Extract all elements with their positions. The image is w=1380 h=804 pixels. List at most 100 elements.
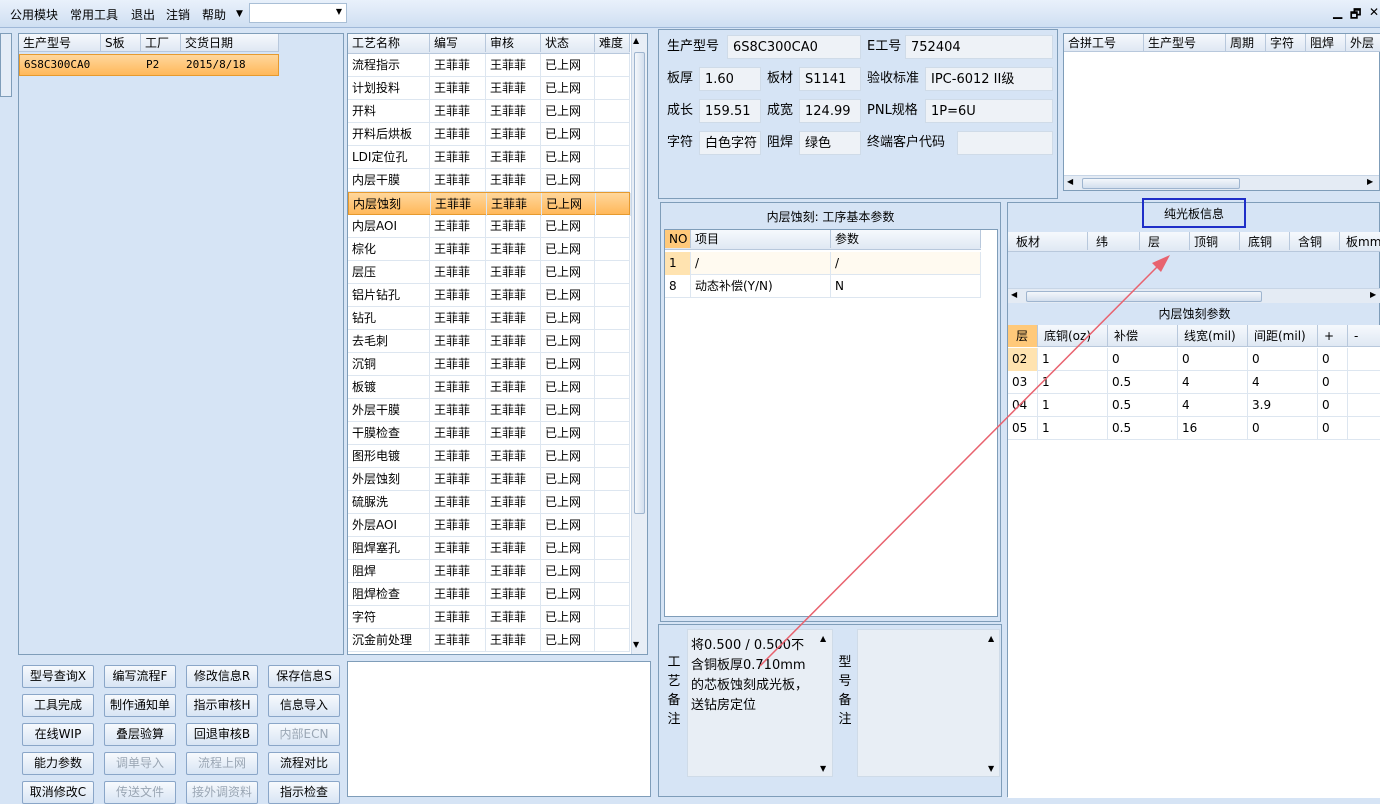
col-merge-model[interactable]: 生产型号 [1144, 34, 1226, 52]
table-row[interactable]: 棕化 王菲菲 王菲菲 已上网 [348, 238, 630, 261]
table-row[interactable]: 计划投料 王菲菲 王菲菲 已上网 [348, 77, 630, 100]
col-model[interactable]: 生产型号 [19, 34, 101, 52]
button-2-1[interactable]: 叠层验算 [104, 723, 176, 746]
col-outer[interactable]: 外层 [1346, 34, 1380, 52]
table-row[interactable]: 阻焊塞孔 王菲菲 王菲菲 已上网 [348, 537, 630, 560]
button-1-2[interactable]: 指示审核H [186, 694, 258, 717]
table-row[interactable]: 1// [665, 252, 981, 275]
field-pnl[interactable]: 1P=6U [925, 99, 1053, 123]
menu-overflow-icon[interactable]: ▼ [236, 9, 243, 19]
table-row[interactable]: 字符 王菲菲 王菲菲 已上网 [348, 606, 630, 629]
menu-tools[interactable]: 常用工具 [70, 6, 118, 23]
col-etch-layer[interactable]: 层 [1008, 325, 1038, 347]
table-row[interactable]: 开料 王菲菲 王菲菲 已上网 [348, 100, 630, 123]
restore-icon[interactable]: 🗗 [1350, 5, 1361, 26]
table-row[interactable]: 内层AOI 王菲菲 王菲菲 已上网 [348, 215, 630, 238]
col-base-copper[interactable]: 底铜(oz) [1038, 325, 1108, 347]
scroll-right-icon[interactable]: ▶ [1370, 290, 1376, 299]
col-merge-job[interactable]: 合拼工号 [1064, 34, 1144, 52]
button-4-0[interactable]: 取消修改C [22, 781, 94, 804]
table-row[interactable]: 阻焊检查 王菲菲 王菲菲 已上网 [348, 583, 630, 606]
field-length[interactable]: 159.51 [699, 99, 761, 123]
menu-exit[interactable]: 退出 [131, 6, 155, 23]
col-with-copper[interactable]: 含铜 [1290, 232, 1340, 250]
button-3-0[interactable]: 能力参数 [22, 752, 94, 775]
col-layer[interactable]: 层 [1140, 232, 1190, 250]
col-delivery-date[interactable]: 交货日期 [181, 34, 279, 52]
button-2-0[interactable]: 在线WIP [22, 723, 94, 746]
col-factory[interactable]: 工厂 [141, 34, 181, 52]
merge-hscroll[interactable]: ◀ ▶ [1064, 175, 1379, 190]
table-row[interactable]: 6S8C300CA0 P2 2015/8/18 [19, 54, 279, 76]
col-line-width[interactable]: 线宽(mil) [1178, 325, 1248, 347]
table-row[interactable]: 流程指示 王菲菲 王菲菲 已上网 [348, 54, 630, 77]
button-4-3[interactable]: 指示检查 [268, 781, 340, 804]
button-4-2[interactable]: 接外调资料 [186, 781, 258, 804]
scroll-up-icon[interactable]: ▲ [820, 634, 826, 643]
scroll-thumb[interactable] [634, 52, 645, 514]
table-row[interactable]: 8 动态补偿(Y/N) N [665, 275, 981, 298]
button-1-1[interactable]: 制作通知单 [104, 694, 176, 717]
col-spacing[interactable]: 间距(mil) [1248, 325, 1318, 347]
col-status[interactable]: 状态 [541, 34, 595, 52]
col-writer[interactable]: 编写 [430, 34, 486, 52]
col-board-material[interactable]: 板材 [1008, 232, 1088, 250]
table-row[interactable]: 层压 王菲菲 王菲菲 已上网 [348, 261, 630, 284]
table-row[interactable]: 沉铜 王菲菲 王菲菲 已上网 [348, 353, 630, 376]
col-cycle[interactable]: 周期 [1226, 34, 1266, 52]
button-0-0[interactable]: 型号查询X [22, 665, 94, 688]
table-row[interactable]: 板镀 王菲菲 王菲菲 已上网 [348, 376, 630, 399]
col-bottom-copper[interactable]: 底铜 [1240, 232, 1290, 250]
table-row[interactable]: 04 1 0.5 4 3.9 0 [1008, 394, 1380, 417]
table-row[interactable]: 外层蚀刻 王菲菲 王菲菲 已上网 [348, 468, 630, 491]
field-character[interactable]: 白色字符 [699, 131, 761, 155]
table-row[interactable]: 内层干膜 王菲菲 王菲菲 已上网 [348, 169, 630, 192]
table-row[interactable]: 02 1 0 0 0 0 [1008, 348, 1380, 371]
button-1-3[interactable]: 信息导入 [268, 694, 340, 717]
scroll-down-icon[interactable]: ▼ [988, 764, 994, 773]
scroll-left-icon[interactable]: ◀ [1011, 290, 1017, 299]
menu-logout[interactable]: 注销 [166, 6, 190, 23]
scroll-up-icon[interactable]: ▲ [988, 634, 994, 643]
col-top-copper[interactable]: 顶铜 [1190, 232, 1240, 250]
col-board-mm[interactable]: 板mm [1340, 232, 1380, 250]
col-plus[interactable]: + [1318, 325, 1348, 347]
button-3-1[interactable]: 调单导入 [104, 752, 176, 775]
scroll-left-icon[interactable]: ◀ [1067, 177, 1073, 186]
field-thickness[interactable]: 1.60 [699, 67, 761, 91]
button-2-3[interactable]: 内部ECN [268, 723, 340, 746]
col-difficulty[interactable]: 难度 [595, 34, 630, 52]
table-row[interactable]: 干膜检查 王菲菲 王菲菲 已上网 [348, 422, 630, 445]
button-0-3[interactable]: 保存信息S [268, 665, 340, 688]
col-param[interactable]: 参数 [831, 230, 981, 248]
field-material[interactable]: S1141 [799, 67, 861, 91]
col-process-name[interactable]: 工艺名称 [348, 34, 430, 52]
table-row[interactable]: 图形电镀 王菲菲 王菲菲 已上网 [348, 445, 630, 468]
field-ejob[interactable]: 752404 [905, 35, 1053, 59]
scroll-thumb[interactable] [1082, 178, 1240, 189]
button-4-1[interactable]: 传送文件 [104, 781, 176, 804]
scroll-right-icon[interactable]: ▶ [1367, 177, 1373, 186]
table-row[interactable]: 开料后烘板 王菲菲 王菲菲 已上网 [348, 123, 630, 146]
table-row[interactable]: 外层AOI 王菲菲 王菲菲 已上网 [348, 514, 630, 537]
table-row[interactable]: 沉金前处理 王菲菲 王菲菲 已上网 [348, 629, 630, 652]
table-row[interactable]: 外层干膜 王菲菲 王菲菲 已上网 [348, 399, 630, 422]
field-soldermask[interactable]: 绿色 [799, 131, 861, 155]
scroll-down-icon[interactable]: ▼ [633, 640, 639, 649]
table-row[interactable]: 阻焊 王菲菲 王菲菲 已上网 [348, 560, 630, 583]
model-remark-textarea[interactable]: ▲ ▼ [857, 629, 1000, 777]
table-row[interactable]: 去毛刺 王菲菲 王菲菲 已上网 [348, 330, 630, 353]
scroll-up-icon[interactable]: ▲ [633, 36, 639, 45]
table-row[interactable]: LDI定位孔 王菲菲 王菲菲 已上网 [348, 146, 630, 169]
button-2-2[interactable]: 回退审核B [186, 723, 258, 746]
col-no[interactable]: NO [665, 230, 691, 248]
col-s-board[interactable]: S板 [101, 34, 141, 52]
field-standard[interactable]: IPC-6012 II级 [925, 67, 1053, 91]
col-item[interactable]: 项目 [691, 230, 831, 248]
scroll-thumb[interactable] [1026, 291, 1262, 302]
bare-hscroll[interactable]: ◀ ▶ [1008, 288, 1380, 303]
button-3-3[interactable]: 流程对比 [268, 752, 340, 775]
col-minus[interactable]: - [1348, 325, 1380, 347]
scroll-down-icon[interactable]: ▼ [820, 764, 826, 773]
col-char[interactable]: 字符 [1266, 34, 1306, 52]
